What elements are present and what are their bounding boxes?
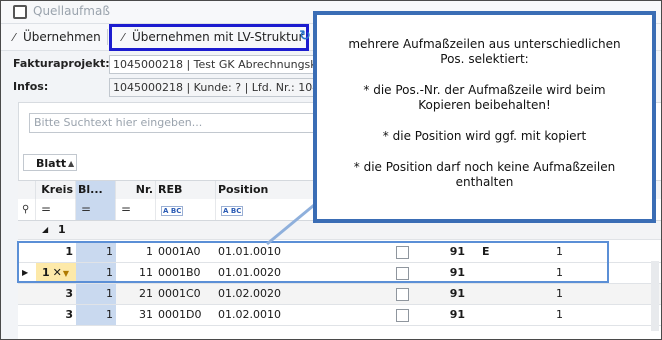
toolbar-separator bbox=[107, 29, 108, 45]
text-filter-icon: A BC bbox=[161, 206, 184, 216]
cell-kreis: 3 bbox=[65, 308, 73, 321]
group-row[interactable]: ◢ 1 bbox=[18, 221, 661, 240]
fakturaprojekt-label: Fakturaprojekt: bbox=[13, 57, 110, 70]
uebernehmen-button[interactable]: ⁄ Übernehmen bbox=[7, 27, 101, 47]
cell-blatt: 1 bbox=[76, 284, 116, 304]
cell-blatt: 1 bbox=[76, 242, 116, 262]
callout-line: * die Position darf noch keine Aufmaßzei… bbox=[353, 160, 616, 174]
infos-field: 1045000218 | Kunde: ? | Lfd. Nr.: 104500 bbox=[109, 78, 324, 97]
fakturaprojekt-field[interactable]: 1045000218 | Test GK Abrechnungskreise bbox=[109, 55, 324, 74]
callout-line: * die Pos.-Nr. der Aufmaßzeile wird beim bbox=[363, 83, 606, 97]
uebernehmen-label: Übernehmen bbox=[23, 30, 101, 44]
row-checkbox[interactable] bbox=[396, 309, 409, 322]
cell-kreis-value: 1 bbox=[42, 266, 50, 279]
cell-position: 01.01.0020 bbox=[218, 266, 281, 279]
column-header-nr[interactable]: Nr. bbox=[116, 181, 156, 199]
group-by-blatt-chip[interactable]: Blatt ▲ bbox=[23, 154, 77, 171]
filter-kreis[interactable]: = bbox=[36, 199, 76, 220]
dropdown-icon[interactable]: ▼ bbox=[63, 269, 69, 278]
row-indicator-icon: ▶ bbox=[22, 268, 29, 277]
row-checkbox[interactable] bbox=[396, 246, 409, 259]
window-icon bbox=[13, 5, 27, 19]
cell-nr: 21 bbox=[139, 287, 153, 300]
cell-nr: 1 bbox=[146, 245, 153, 258]
refresh-icon[interactable]: ↻ bbox=[297, 28, 313, 44]
cell-position: 01.02.0020 bbox=[218, 287, 281, 300]
cell-last: 1 bbox=[556, 245, 563, 258]
filter-blatt[interactable]: = bbox=[76, 199, 116, 220]
cell-kreis: 1 bbox=[65, 245, 73, 258]
row-checkbox[interactable] bbox=[396, 288, 409, 301]
text-filter-icon: A BC bbox=[221, 206, 244, 216]
filter-nr[interactable]: = bbox=[116, 199, 156, 220]
cell-last: 1 bbox=[556, 266, 563, 279]
cell-position: 01.01.0010 bbox=[218, 245, 281, 258]
cell-blatt: 1 bbox=[76, 305, 116, 325]
column-header-reb[interactable]: REB bbox=[156, 181, 216, 199]
annotation-callout: mehrere Aufmaßzeilen aus unterschiedlich… bbox=[313, 11, 656, 223]
cell-value: 91 bbox=[449, 308, 465, 321]
callout-line: mehrere Aufmaßzeilen aus unterschiedlich… bbox=[348, 37, 621, 51]
cell-flag: E bbox=[482, 245, 490, 258]
group-row-label: 1 bbox=[58, 223, 66, 236]
callout-line: Pos. selektiert: bbox=[440, 52, 529, 66]
cell-last: 1 bbox=[556, 287, 563, 300]
wand-icon: ⁄ bbox=[122, 31, 124, 44]
cell-value: 91 bbox=[449, 266, 465, 279]
uebernehmen-lv-label: Übernehmen mit LV-Struktur bbox=[132, 30, 304, 44]
quellaufmass-window: Quellaufmaß ⁄ Übernehmen ⁄ Übernehmen mit … bbox=[0, 0, 662, 340]
cell-last: 1 bbox=[556, 308, 563, 321]
table-row[interactable]: 3 1 21 0001C0 01.02.0020 91 1 bbox=[18, 284, 661, 305]
cell-kreis-editing[interactable]: 1 ✕▼ bbox=[36, 263, 76, 283]
sort-up-icon: ▲ bbox=[68, 159, 75, 168]
column-header-blatt[interactable]: Bl... bbox=[76, 181, 116, 199]
column-header-position[interactable]: Position bbox=[216, 181, 316, 199]
table-row[interactable]: 3 1 31 0001D0 01.02.0010 91 1 bbox=[18, 305, 661, 326]
cell-reb: 0001D0 bbox=[158, 308, 202, 321]
cell-position: 01.02.0010 bbox=[218, 308, 281, 321]
row-checkbox[interactable] bbox=[396, 267, 409, 280]
table-row[interactable]: 1 1 1 0001A0 01.01.0010 91 E 1 bbox=[18, 242, 661, 263]
cell-blatt: 1 bbox=[76, 263, 116, 283]
group-chip-label: Blatt bbox=[36, 157, 67, 170]
column-header-kreis[interactable]: Kreis bbox=[36, 181, 76, 199]
search-input[interactable]: Bitte Suchtext hier eingeben... bbox=[29, 113, 335, 133]
infos-label: Infos: bbox=[13, 80, 49, 93]
uebernehmen-lv-struktur-button[interactable]: ⁄ Übernehmen mit LV-Struktur bbox=[109, 24, 310, 51]
window-title: Quellaufmaß bbox=[33, 4, 110, 18]
cell-reb: 0001B0 bbox=[158, 266, 201, 279]
header-indicator bbox=[18, 181, 36, 199]
vertical-scrollbar[interactable] bbox=[651, 261, 659, 331]
callout-line: enthalten bbox=[455, 175, 514, 189]
filter-position[interactable]: A BC bbox=[216, 199, 316, 220]
callout-line: * die Position wird ggf. mit kopiert bbox=[382, 129, 587, 143]
cell-reb: 0001C0 bbox=[158, 287, 201, 300]
callout-line: Kopieren beibehalten! bbox=[418, 98, 551, 112]
cell-nr: 11 bbox=[139, 266, 153, 279]
wand-icon: ⁄ bbox=[13, 31, 15, 44]
cell-kreis: 3 bbox=[65, 287, 73, 300]
filter-pin-icon: ⚲ bbox=[18, 199, 36, 220]
collapse-icon[interactable]: ◢ bbox=[42, 221, 48, 239]
clear-icon[interactable]: ✕ bbox=[53, 266, 62, 279]
cell-value: 91 bbox=[449, 287, 465, 300]
cell-nr: 31 bbox=[139, 308, 153, 321]
filter-reb[interactable]: A BC bbox=[156, 199, 216, 220]
cell-value: 91 bbox=[449, 245, 465, 258]
cell-reb: 0001A0 bbox=[158, 245, 201, 258]
table-row[interactable]: ▶ 1 ✕▼ 1 11 0001B0 01.01.0020 91 1 bbox=[18, 263, 661, 284]
